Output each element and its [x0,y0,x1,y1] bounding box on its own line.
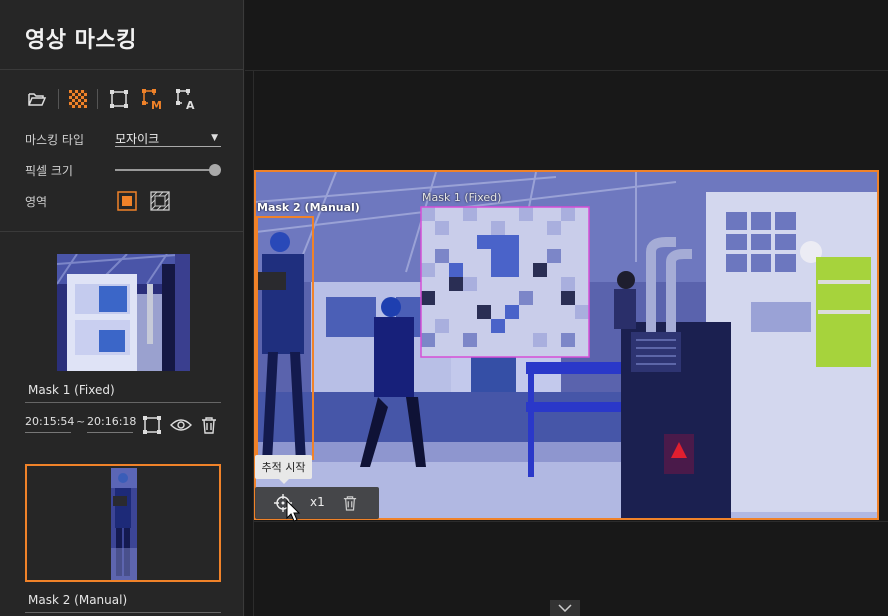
area-label: 영역 [25,195,48,209]
area-outside-button[interactable] [150,191,170,211]
auto-mask-letter: A [186,99,195,110]
panel-divider [253,521,888,522]
speed-button[interactable]: x1 [310,495,325,509]
mosaic-pattern-icon[interactable] [67,88,89,110]
sidebar: 영상 마스킹 M A 마스킹 타입 모자이크 ▼ 픽셀 크기 영역 Mask 1… [0,0,244,616]
masking-type-label: 마스킹 타입 [25,133,85,147]
chevron-down-icon [558,604,572,612]
manual-mask-icon[interactable]: M [141,88,165,110]
mask-1-name[interactable]: Mask 1 (Fixed) [25,383,221,403]
toolbar-divider [97,89,98,109]
mask-1-thumbnail[interactable] [57,254,190,371]
folder-open-icon[interactable] [26,88,48,110]
masking-type-value: 모자이크 [115,132,160,146]
panel-divider [245,70,888,71]
auto-mask-icon[interactable]: A [175,88,199,110]
mask-1-end-time[interactable]: 20:16:18 [87,415,136,433]
mask-1-label: Mask 1 (Fixed) [422,191,502,204]
trash-icon[interactable] [199,415,219,435]
app-title: 영상 마스킹 [25,28,137,53]
video-frame[interactable] [254,170,879,520]
mask-toolbar: x1 [255,487,379,519]
title-bar: 영상 마스킹 [0,0,243,70]
trash-icon[interactable] [340,493,360,513]
mosaic-overlay [421,207,589,357]
toolbar-divider [58,89,59,109]
video-image [256,172,877,518]
manual-mask-letter: M [151,99,162,110]
mask-2-name[interactable]: Mask 2 (Manual) [25,593,221,613]
tool-panel: M A 마스킹 타입 모자이크 ▼ 픽셀 크기 영역 [0,70,243,232]
pixel-size-label: 픽셀 크기 [25,164,73,178]
expand-panel-button[interactable] [550,600,580,616]
eye-icon[interactable] [170,415,192,435]
mask-2-thumbnail-image [111,468,137,580]
mask-1-region-icon[interactable] [142,415,162,435]
mouse-cursor-icon [286,499,302,524]
mask-1-start-time[interactable]: 20:15:54 [25,415,74,433]
video-panel: Mask 2 (Manual) Mask 1 (Fixed) 추적 시작 x1 [245,0,888,616]
tooltip: 추적 시작 [255,455,312,484]
masking-type-select[interactable]: 모자이크 ▼ [115,130,221,147]
rectangle-icon[interactable] [108,88,130,110]
mask-2-label: Mask 2 (Manual) [257,201,360,214]
pixel-size-slider[interactable] [115,169,215,171]
chevron-down-icon: ▼ [211,133,218,143]
time-separator: ~ [76,415,86,428]
mask-2-thumbnail[interactable] [25,464,221,582]
pixel-size-slider-thumb[interactable] [209,164,221,176]
area-inside-button[interactable] [117,191,137,211]
